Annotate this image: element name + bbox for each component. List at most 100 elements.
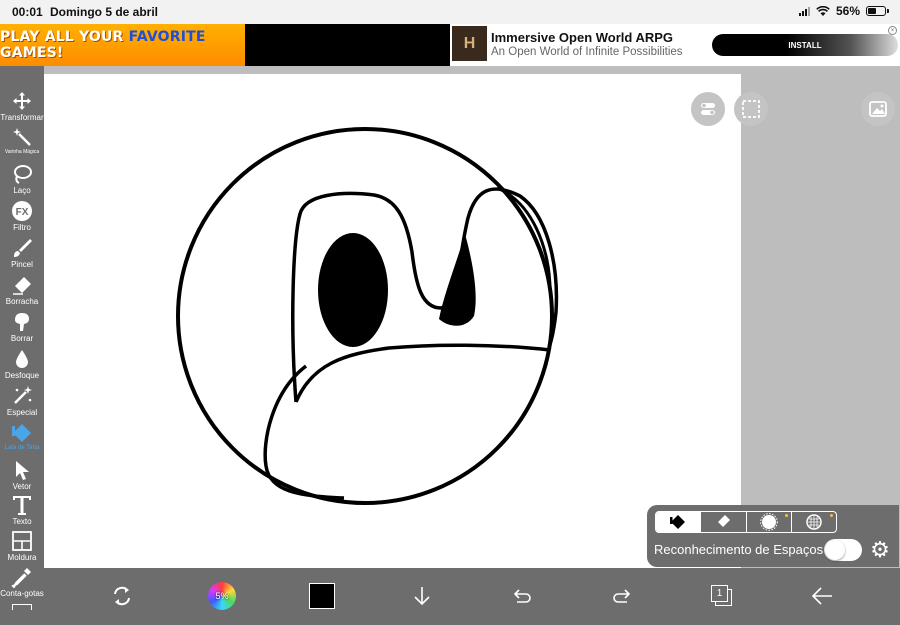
- layers-button[interactable]: 1: [700, 574, 744, 618]
- image-icon: [869, 101, 887, 117]
- battery-fill: [868, 8, 876, 14]
- tool-label: Varinha Mágica: [4, 149, 40, 155]
- paint-bucket-icon: [670, 515, 686, 529]
- tool-brush[interactable]: Pincel: [0, 237, 44, 273]
- drawing-strokes: [176, 127, 559, 505]
- redo-icon: [613, 589, 631, 603]
- svg-text:FX: FX: [16, 207, 29, 218]
- special-icon: [11, 385, 33, 407]
- gradient-circle-icon: [759, 513, 778, 531]
- fill-mode-eraser[interactable]: [701, 512, 747, 532]
- status-date: Domingo 5 de abril: [50, 5, 159, 19]
- drawing-canvas[interactable]: [44, 74, 741, 568]
- color-wheel-button[interactable]: 5%: [200, 574, 244, 618]
- wifi-icon: [816, 5, 830, 16]
- undo-icon: [513, 589, 531, 603]
- ad-install-button[interactable]: INSTALL: [712, 34, 898, 56]
- ad-close-icon[interactable]: ×: [888, 26, 897, 35]
- move-icon: [11, 90, 33, 112]
- text-icon: [11, 494, 33, 516]
- tool-label: Pincel: [11, 260, 33, 269]
- tool-paint-bucket[interactable]: Lata de Tinta: [0, 422, 44, 458]
- premium-dot: [784, 514, 788, 517]
- fill-mode-segmented-control: [655, 511, 837, 533]
- tool-frame[interactable]: Moldura: [0, 530, 44, 566]
- ad-right-panel[interactable]: H Immersive Open World ARPG An Open Worl…: [450, 24, 900, 66]
- fill-mode-pattern[interactable]: [792, 512, 836, 532]
- tool-label: Borrar: [10, 334, 34, 343]
- tool-label: Desfoque: [4, 371, 40, 380]
- cellular-signal-icon: [798, 6, 810, 16]
- tool-label: Lata de Tinta: [4, 445, 40, 451]
- left-toolbar: Transformar Varinha Mágica Laço FX Filtr…: [0, 66, 44, 625]
- selection-button[interactable]: [734, 92, 768, 126]
- tool-blur[interactable]: Desfoque: [0, 348, 44, 384]
- ad-left-banner[interactable]: PLAY ALL YOUR FAVORITE GAMES!: [0, 24, 245, 66]
- tool-smudge[interactable]: Borrar: [0, 311, 44, 347]
- transform-canvas-button[interactable]: [100, 574, 144, 618]
- arrow-left-icon: [811, 587, 832, 605]
- undo-button[interactable]: [500, 574, 544, 618]
- tool-label: Vetor: [12, 482, 32, 491]
- smudge-icon: [11, 311, 33, 333]
- tool-transform[interactable]: Transformar: [0, 90, 44, 126]
- eraser-icon: [718, 515, 731, 527]
- tool-label: Laço: [13, 186, 31, 195]
- toggle-knob: [825, 540, 845, 560]
- battery-percent: 56%: [835, 4, 860, 18]
- tool-eraser[interactable]: Borracha: [0, 274, 44, 310]
- tool-magic-wand[interactable]: Varinha Mágica: [0, 126, 44, 162]
- gear-icon[interactable]: ⚙: [868, 538, 892, 562]
- tool-label: Conta-gotas: [0, 589, 44, 598]
- tool-label: Texto: [12, 517, 32, 526]
- tool-lasso[interactable]: Laço: [0, 163, 44, 199]
- current-color-swatch[interactable]: [300, 574, 344, 618]
- tool-label: Borracha: [5, 297, 39, 306]
- lasso-icon: [11, 163, 33, 185]
- layer-settings-button[interactable]: [691, 92, 725, 126]
- ad-left-text-suffix: GAMES!: [0, 45, 64, 61]
- fill-mode-gradient[interactable]: [747, 512, 792, 532]
- tool-label: Filtro: [13, 223, 31, 232]
- bottom-bar: 5% 1: [44, 568, 900, 625]
- redo-button[interactable]: [600, 574, 644, 618]
- tool-label: Transformar: [0, 113, 44, 122]
- eyedropper-icon: [11, 566, 33, 588]
- app-root: 00:01 Domingo 5 de abril 56% PLAY ALL YO…: [0, 0, 900, 625]
- layer-count: 1: [716, 588, 723, 599]
- ad-title: Immersive Open World ARPG: [491, 30, 674, 45]
- rotate-arrows-icon: [114, 586, 130, 606]
- fill-mode-bucket[interactable]: [656, 512, 702, 532]
- tool-special[interactable]: Especial: [0, 385, 44, 421]
- status-right: 56%: [798, 4, 889, 18]
- canvas-area[interactable]: [44, 66, 900, 568]
- ad-banner[interactable]: PLAY ALL YOUR FAVORITE GAMES! H Immersiv…: [0, 24, 900, 87]
- status-bar: 00:01 Domingo 5 de abril 56%: [0, 0, 900, 24]
- tool-text[interactable]: Texto: [0, 494, 44, 530]
- status-time: 00:01: [12, 5, 43, 19]
- paint-bucket-icon: [11, 422, 33, 444]
- tool-label: Moldura: [7, 553, 37, 562]
- gap-recognition-toggle[interactable]: [824, 539, 862, 561]
- frame-icon: [11, 530, 33, 552]
- ad-left-text: PLAY ALL YOUR FAVORITE GAMES!: [0, 29, 245, 61]
- tool-filter[interactable]: FX Filtro: [0, 200, 44, 236]
- ad-left-text-prefix: PLAY ALL YOUR: [0, 29, 129, 45]
- game-logo-icon: H: [452, 26, 487, 61]
- vector-icon: [11, 459, 33, 481]
- back-button[interactable]: [800, 574, 844, 618]
- tool-vector[interactable]: Vetor: [0, 459, 44, 495]
- toolbar-overflow-item[interactable]: [12, 604, 32, 610]
- layers-icon: 1: [711, 585, 733, 607]
- premium-dot: [830, 514, 833, 517]
- toggles-icon: [701, 103, 715, 115]
- battery-icon: [866, 6, 889, 16]
- color-opacity-label: 5%: [215, 591, 229, 601]
- fx-icon: FX: [11, 200, 33, 222]
- tool-eyedropper[interactable]: Conta-gotas: [0, 566, 44, 602]
- magic-wand-icon: [11, 126, 33, 148]
- dashed-selection-icon: [742, 100, 760, 118]
- tool-label: Especial: [6, 408, 38, 417]
- reference-image-button[interactable]: [861, 92, 895, 126]
- download-button[interactable]: [400, 574, 444, 618]
